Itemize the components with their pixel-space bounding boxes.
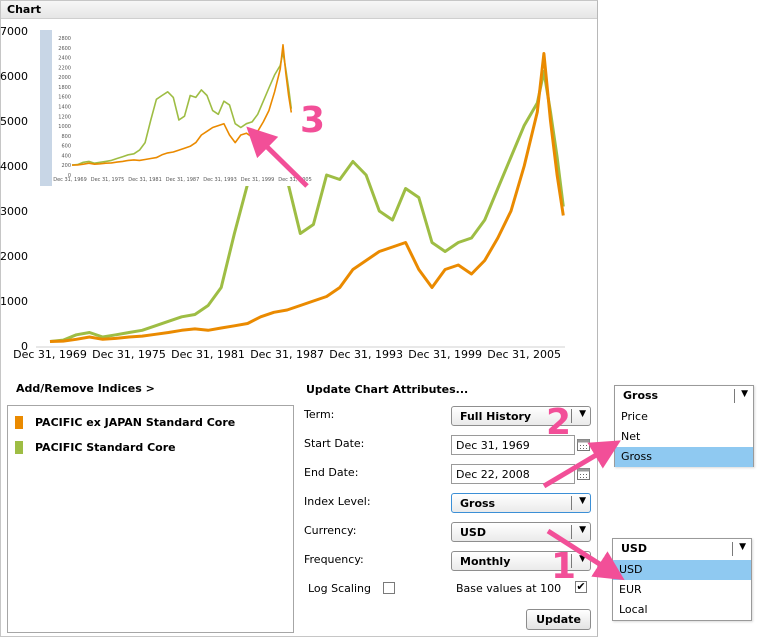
callout-2: 2 [546, 402, 572, 443]
callout-1: 1 [551, 546, 577, 587]
arrow-2 [542, 440, 621, 489]
arrow-3 [246, 126, 309, 188]
annotation-overlay [246, 126, 625, 581]
callout-3: 3 [300, 100, 326, 141]
